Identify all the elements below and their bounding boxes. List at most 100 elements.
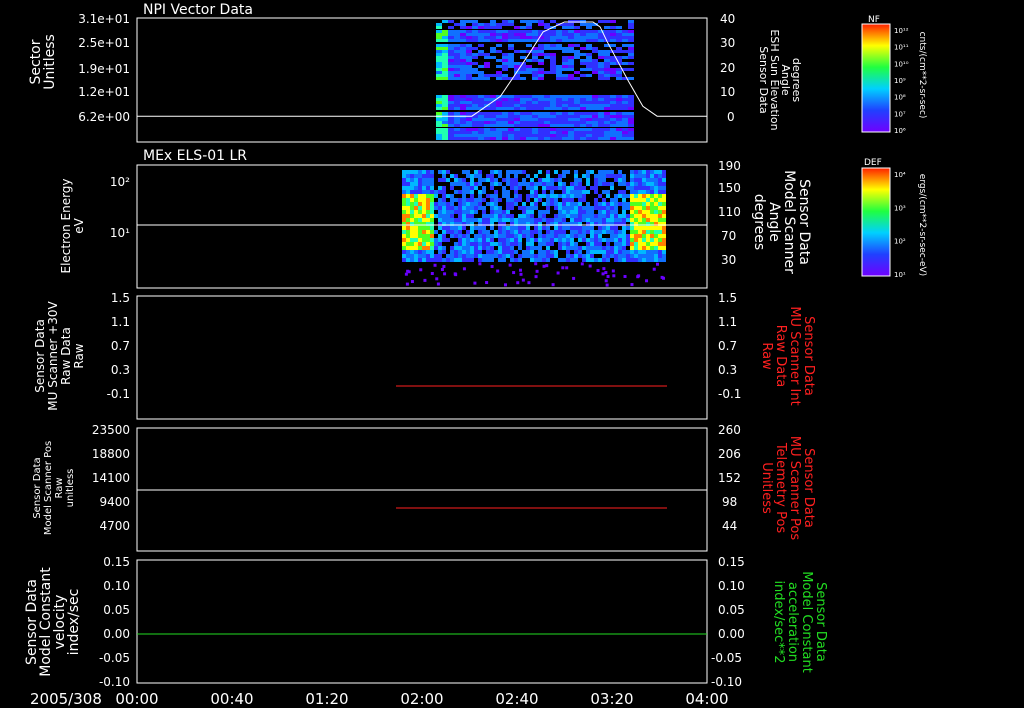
spectrogram-cell: [438, 186, 442, 190]
spectrogram-cell: [482, 178, 486, 182]
spectrogram-cell: [442, 265, 446, 269]
spectrogram-cell: [616, 44, 622, 47]
spectrogram-cell: [586, 62, 592, 65]
spectrogram-cell: [586, 242, 590, 246]
spectrogram-cell: [550, 190, 554, 194]
spectrogram-cell: [496, 59, 502, 62]
spectrogram-cell: [506, 242, 510, 246]
spectrogram-cell: [518, 186, 522, 190]
spectrogram-cell: [502, 124, 508, 127]
spectrogram-cell: [650, 202, 654, 206]
spectrogram-cell: [592, 98, 598, 101]
spectrogram-cell: [550, 39, 556, 42]
spectrogram-cell: [496, 68, 502, 71]
spectrogram-cell: [514, 234, 518, 238]
spectrogram-cell: [466, 131, 472, 134]
spectrogram-cell: [626, 218, 630, 222]
spectrogram-cell: [454, 101, 460, 104]
spectrogram-cell: [466, 186, 470, 190]
spectrogram-cell: [466, 182, 470, 186]
spectrogram-cell: [628, 33, 634, 36]
spectrogram-cell: [654, 258, 658, 262]
spectrogram-cell: [550, 95, 556, 98]
spectrogram-cell: [550, 112, 556, 115]
spectrogram-cell: [442, 194, 446, 198]
spectrogram-cell: [466, 26, 472, 29]
spectrogram-cell: [502, 68, 508, 71]
spectrogram-cell: [406, 170, 410, 174]
spectrogram-cell: [470, 214, 474, 218]
spectrogram-cell: [518, 258, 522, 262]
spectrogram-cell: [638, 174, 642, 178]
spectrogram-cell: [514, 124, 520, 127]
spectrogram-cell: [592, 77, 598, 80]
spectrogram-cell: [466, 56, 472, 59]
spectrogram-cell: [460, 36, 466, 39]
spectrogram-cell: [422, 218, 426, 222]
spectrogram-cell: [610, 186, 614, 190]
spectrogram-cell: [532, 59, 538, 62]
spectrogram-cell: [590, 218, 594, 222]
spectrogram-cell: [602, 214, 606, 218]
spectrogram-cell: [454, 47, 460, 50]
spectrogram-cell: [544, 59, 550, 62]
spectrogram-cell: [410, 246, 414, 250]
spectrogram-cell: [496, 71, 502, 74]
spectrogram-cell: [574, 115, 580, 118]
spectrogram-cell: [490, 198, 494, 202]
spectrogram-cell: [496, 77, 502, 80]
spectrogram-cell: [628, 68, 634, 71]
spectrogram-cell: [578, 194, 582, 198]
spectrogram-cell: [506, 174, 510, 178]
spectrogram-cell: [448, 47, 454, 50]
spectrogram-cell: [478, 36, 484, 39]
tick-label: 18800: [92, 447, 130, 461]
spectrogram-cell: [460, 71, 466, 74]
spectrogram-cell: [568, 115, 574, 118]
spectrogram-cell: [622, 210, 626, 214]
spectrogram-cell: [484, 101, 490, 104]
spectrogram-cell: [526, 238, 530, 242]
spectrogram-cell: [590, 226, 594, 230]
spectrogram-cell: [592, 121, 598, 124]
spectrogram-cell: [586, 178, 590, 182]
spectrogram-cell: [470, 218, 474, 222]
spectrogram-cell: [562, 65, 568, 68]
spectrogram-cell: [658, 186, 662, 190]
spectrogram-cell: [450, 234, 454, 238]
spectrogram-cell: [550, 104, 556, 107]
spectrogram-cell: [498, 226, 502, 230]
spectrogram-cell: [570, 198, 574, 202]
spectrogram-cell: [574, 53, 580, 56]
spectrogram-cell: [490, 36, 496, 39]
spectrogram-cell: [658, 206, 662, 210]
spectrogram-cell: [438, 226, 442, 230]
spectrogram-cell: [436, 30, 442, 33]
spectrogram-cell: [414, 242, 418, 246]
spectrogram-cell: [594, 238, 598, 242]
spectrogram-cell: [582, 198, 586, 202]
spectrogram-cell: [448, 95, 454, 98]
spectrogram-cell: [418, 182, 422, 186]
spectrogram-cell: [610, 20, 616, 23]
spectrogram-cell: [610, 36, 616, 39]
spectrogram-cell: [622, 254, 626, 258]
spectrogram-cell: [544, 77, 550, 80]
spectrogram-cell: [490, 30, 496, 33]
spectrogram-cell: [556, 134, 562, 137]
spectrogram-cell: [628, 56, 634, 59]
spectrogram-cell: [520, 47, 526, 50]
spectrogram-cell: [442, 174, 446, 178]
spectrogram-cell: [422, 206, 426, 210]
spectrogram-cell: [610, 39, 616, 42]
spectrogram-cell: [646, 218, 650, 222]
spectrogram-cell: [646, 258, 650, 262]
spectrogram-cell: [550, 115, 556, 118]
spectrogram-cell: [434, 242, 438, 246]
spectrogram-cell: [466, 198, 470, 202]
spectrogram-cell: [602, 218, 606, 222]
spectrogram-cell: [510, 246, 514, 250]
spectrogram-cell: [556, 33, 562, 36]
spectrogram-cell: [574, 118, 580, 121]
spectrogram-cell: [502, 107, 508, 110]
